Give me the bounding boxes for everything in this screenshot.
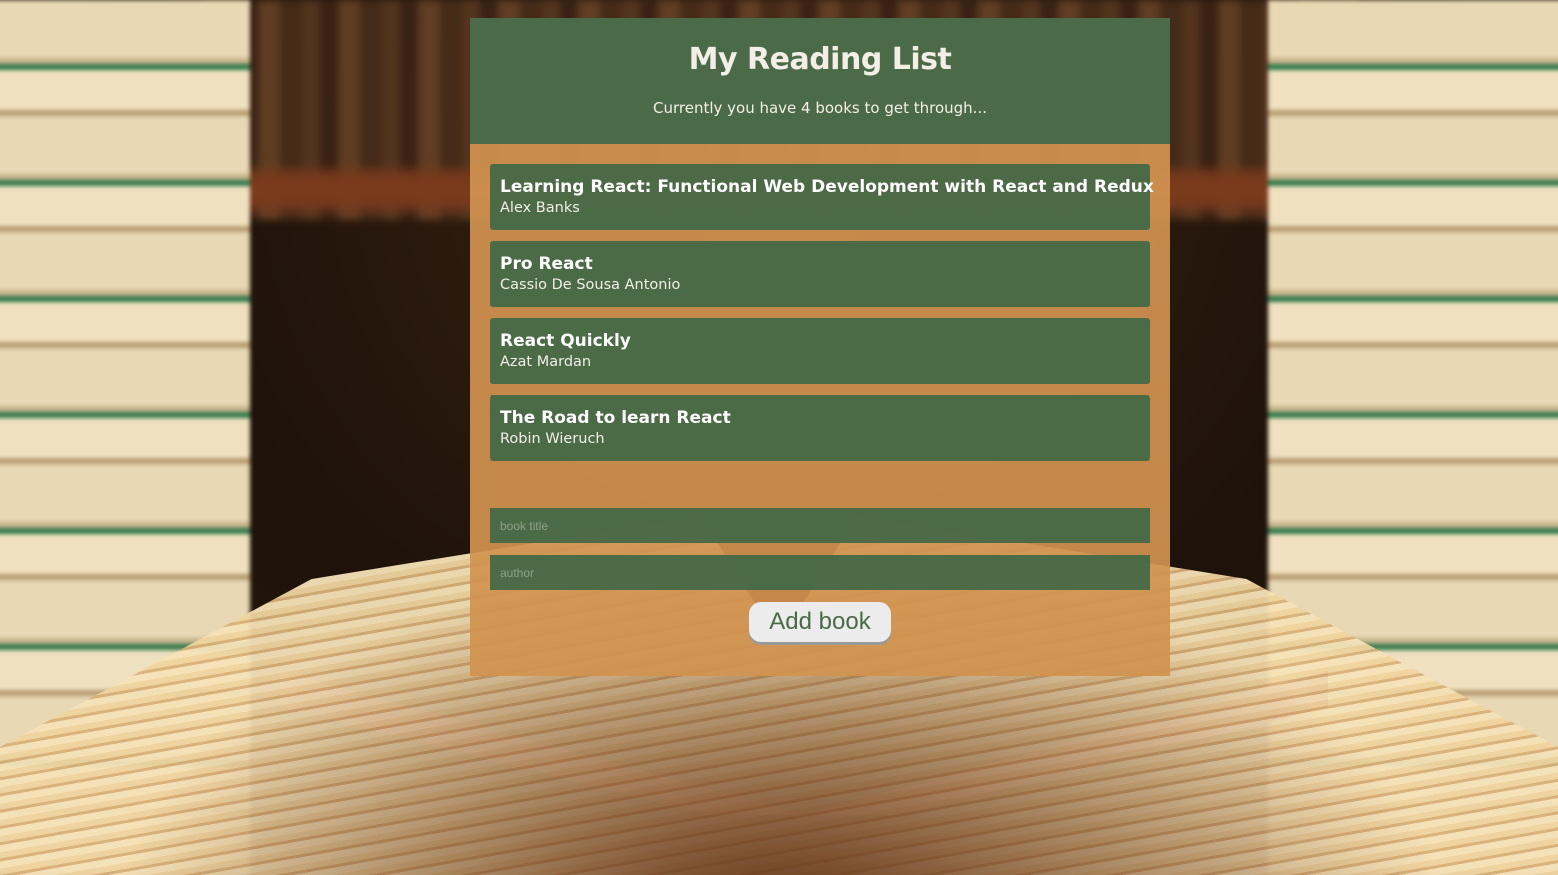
book-list-item[interactable]: Pro React Cassio De Sousa Antonio [490, 241, 1150, 307]
reading-list-card: My Reading List Currently you have 4 boo… [470, 18, 1170, 676]
author-input[interactable] [490, 555, 1150, 590]
book-title: Learning React: Functional Web Developme… [500, 177, 1154, 197]
add-book-form: Add book [490, 508, 1150, 642]
book-author: Alex Banks [500, 200, 580, 216]
page-title: My Reading List [688, 42, 952, 77]
book-count-subtitle: Currently you have 4 books to get throug… [653, 99, 987, 117]
add-book-button[interactable]: Add book [749, 602, 891, 642]
book-list: Learning React: Functional Web Developme… [470, 144, 1170, 461]
book-author: Azat Mardan [500, 354, 592, 370]
header: My Reading List Currently you have 4 boo… [470, 18, 1170, 144]
book-list-item[interactable]: Learning React: Functional Web Developme… [490, 164, 1154, 230]
book-list-item[interactable]: The Road to learn React Robin Wieruch [490, 395, 1150, 461]
book-author: Robin Wieruch [500, 431, 605, 447]
book-list-item[interactable]: React Quickly Azat Mardan [490, 318, 1150, 384]
book-title: The Road to learn React [500, 408, 731, 428]
book-title: Pro React [500, 254, 593, 274]
submit-row: Add book [490, 602, 1150, 642]
book-title: React Quickly [500, 331, 631, 351]
book-title-input[interactable] [490, 508, 1150, 543]
book-author: Cassio De Sousa Antonio [500, 277, 681, 293]
